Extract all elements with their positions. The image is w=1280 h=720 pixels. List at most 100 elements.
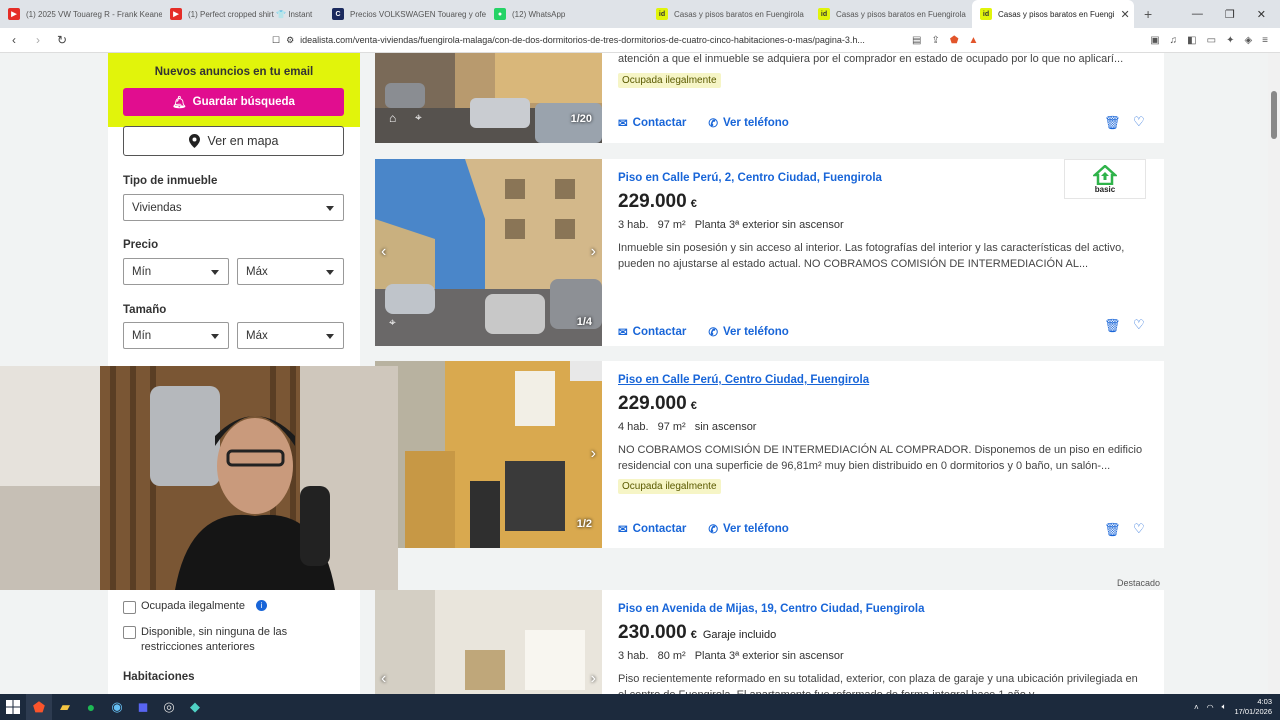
idealista-icon: id: [656, 8, 668, 20]
reader-icon[interactable]: ▤: [912, 35, 921, 46]
steam-taskbar-icon[interactable]: ◉: [104, 694, 130, 720]
view-map-button[interactable]: Ver en mapa: [123, 126, 344, 156]
trash-icon[interactable]: 🗑︎: [1104, 115, 1121, 131]
url-field[interactable]: ☐ ⚙ idealista.com/venta-viviendas/fuengi…: [272, 35, 902, 46]
reload-icon[interactable]: ↻: [52, 33, 72, 47]
info-icon[interactable]: i: [255, 600, 267, 611]
close-tab-icon[interactable]: ✕: [1121, 8, 1130, 21]
browser-tab[interactable]: id Casas y pisos baratos en Fuengi ✕: [972, 0, 1134, 28]
folder-taskbar-icon[interactable]: ▰: [52, 694, 78, 720]
wallet-icon[interactable]: ▭: [1207, 35, 1216, 46]
bookmark-icon[interactable]: ☐: [272, 35, 280, 46]
heart-icon[interactable]: ♡: [1133, 114, 1145, 130]
size-min-select[interactable]: Mín: [123, 322, 229, 349]
price-label: Precio: [123, 239, 159, 251]
prev-photo-icon[interactable]: ‹: [381, 670, 386, 688]
brave-shield-icon[interactable]: ⬟: [950, 35, 959, 46]
wifi-icon[interactable]: ◠: [1207, 703, 1214, 712]
price-max-select[interactable]: Máx: [237, 258, 344, 285]
phone-button[interactable]: ✆ Ver teléfono: [708, 522, 788, 536]
forward-icon[interactable]: ›: [28, 33, 48, 47]
prev-photo-icon[interactable]: ‹: [381, 243, 386, 261]
minimize-icon[interactable]: —: [1192, 8, 1203, 21]
location-photo-icon[interactable]: ⌖: [389, 315, 396, 330]
listing-photo[interactable]: › 1/2: [375, 361, 602, 548]
panel-icon[interactable]: ◧: [1187, 35, 1196, 46]
trash-icon[interactable]: 🗑︎: [1104, 522, 1121, 538]
next-photo-icon[interactable]: ›: [591, 243, 596, 261]
listing-card[interactable]: 1/20 ⌂ ⌖ atención a que el inmueble se a…: [375, 53, 1164, 143]
back-icon[interactable]: ‹: [4, 33, 24, 47]
save-search-button[interactable]: 🔔︎ Guardar búsqueda: [123, 88, 344, 116]
available-checkbox[interactable]: Disponible, sin ninguna de las restricci…: [123, 625, 323, 655]
browser-tab[interactable]: ▶ (1) 2025 VW Touareg R - Frank Keane: [0, 0, 162, 28]
new-tab-button[interactable]: +: [1134, 6, 1162, 22]
contact-button[interactable]: ✉ Contactar: [618, 522, 686, 536]
scrollbar-thumb[interactable]: [1271, 91, 1277, 139]
spotify-taskbar-icon[interactable]: ●: [78, 694, 104, 720]
browser-tab[interactable]: ▶ (1) Perfect cropped shirt 👕 Instant: [162, 0, 324, 28]
price-max-value: Máx: [246, 265, 268, 278]
phone-icon: ✆: [708, 524, 718, 536]
tray-arrow-icon[interactable]: ˄: [1194, 703, 1199, 712]
occupied-checkbox[interactable]: Ocupada ilegalmente i: [123, 600, 267, 614]
heart-icon[interactable]: ♡: [1133, 317, 1145, 333]
tab-title: Casas y pisos baratos en Fuengirola: [674, 9, 804, 19]
next-photo-icon[interactable]: ›: [591, 445, 596, 463]
contact-button[interactable]: ✉ Contactar: [618, 116, 686, 130]
next-photo-icon[interactable]: ›: [591, 670, 596, 688]
browser-tab[interactable]: ● (12) WhatsApp: [486, 0, 648, 28]
heart-icon[interactable]: ♡: [1133, 521, 1145, 537]
listing-photo[interactable]: ‹ › ⌖ 1/4: [375, 159, 602, 346]
property-type-value: Viviendas: [132, 201, 182, 214]
phone-button[interactable]: ✆ Ver teléfono: [708, 116, 788, 130]
close-window-icon[interactable]: ✕: [1257, 8, 1266, 21]
windows-start-icon[interactable]: [0, 694, 26, 720]
music-icon[interactable]: ♫: [1170, 35, 1178, 46]
property-type-select[interactable]: Viviendas: [123, 194, 344, 221]
clock[interactable]: 4:03 17/01/2026: [1234, 697, 1272, 717]
checkbox-box[interactable]: [123, 601, 136, 614]
share-icon[interactable]: ⇪: [931, 35, 939, 46]
site-info-icon[interactable]: ⚙: [286, 35, 294, 46]
phone-button[interactable]: ✆ Ver teléfono: [708, 325, 788, 339]
rewards-icon[interactable]: ▲: [969, 35, 979, 46]
obs-taskbar-icon[interactable]: ◎: [156, 694, 182, 720]
restore-icon[interactable]: ❐: [1225, 8, 1235, 21]
browser-tab[interactable]: id Casas y pisos baratos en Fuengirola: [810, 0, 972, 28]
listing-card[interactable]: ‹ › ⌖ 1/4 Piso en Calle Perú, 2, Centro …: [375, 159, 1164, 346]
area: 97 m²: [657, 421, 686, 433]
listing-title[interactable]: Piso en Calle Perú, Centro Ciudad, Fueng…: [618, 374, 869, 386]
listing-card[interactable]: ‹ › Piso en Avenida de Mijas, 19, Centro…: [375, 590, 1164, 694]
listing-description: NO COBRAMOS COMISIÓN DE INTERMEDIACIÓN A…: [618, 444, 1143, 472]
checkbox-box[interactable]: [123, 626, 136, 639]
price-min-select[interactable]: Mín: [123, 258, 229, 285]
bookmark-photo-icon[interactable]: ⌂: [389, 111, 396, 125]
price-value: 229.000: [618, 191, 687, 212]
leo-icon[interactable]: ✦: [1226, 35, 1234, 46]
vpn-icon[interactable]: ◈: [1244, 35, 1252, 46]
listing-photo[interactable]: ‹ ›: [375, 590, 602, 694]
agency-logo[interactable]: basic: [1064, 159, 1146, 199]
scrollbar[interactable]: [1268, 53, 1280, 694]
volume-icon[interactable]: 🔈︎: [1222, 702, 1227, 712]
menu-icon[interactable]: ≡: [1262, 35, 1268, 46]
listing-photo[interactable]: 1/20 ⌂ ⌖: [375, 53, 602, 143]
brave-taskbar-icon[interactable]: ⬟: [26, 694, 52, 720]
discord-taskbar-icon[interactable]: ◼: [130, 694, 156, 720]
listing-title[interactable]: Piso en Calle Perú, 2, Centro Ciudad, Fu…: [618, 172, 882, 184]
location-photo-icon[interactable]: ⌖: [415, 110, 422, 125]
trash-icon[interactable]: 🗑︎: [1104, 318, 1121, 334]
windows-taskbar: ⬟ ▰ ● ◉ ◼ ◎ ◆ ˄ ◠ 🔈︎ 4:03 17/01/2026: [0, 694, 1280, 720]
contact-button[interactable]: ✉ Contactar: [618, 325, 686, 339]
sidebar-icon[interactable]: ▣: [1150, 35, 1159, 46]
browser-tab[interactable]: id Casas y pisos baratos en Fuengirola: [648, 0, 810, 28]
size-max-select[interactable]: Máx: [237, 322, 344, 349]
currency: €: [690, 400, 697, 412]
currency: €: [690, 629, 697, 641]
app-taskbar-icon[interactable]: ◆: [182, 694, 208, 720]
listing-card[interactable]: › 1/2 Piso en Calle Perú, Centro Ciudad,…: [375, 361, 1164, 548]
chevron-down-icon: [326, 206, 334, 211]
listing-title[interactable]: Piso en Avenida de Mijas, 19, Centro Ciu…: [618, 603, 925, 615]
browser-tab[interactable]: C Precios VOLKSWAGEN Touareg y ofe: [324, 0, 486, 28]
